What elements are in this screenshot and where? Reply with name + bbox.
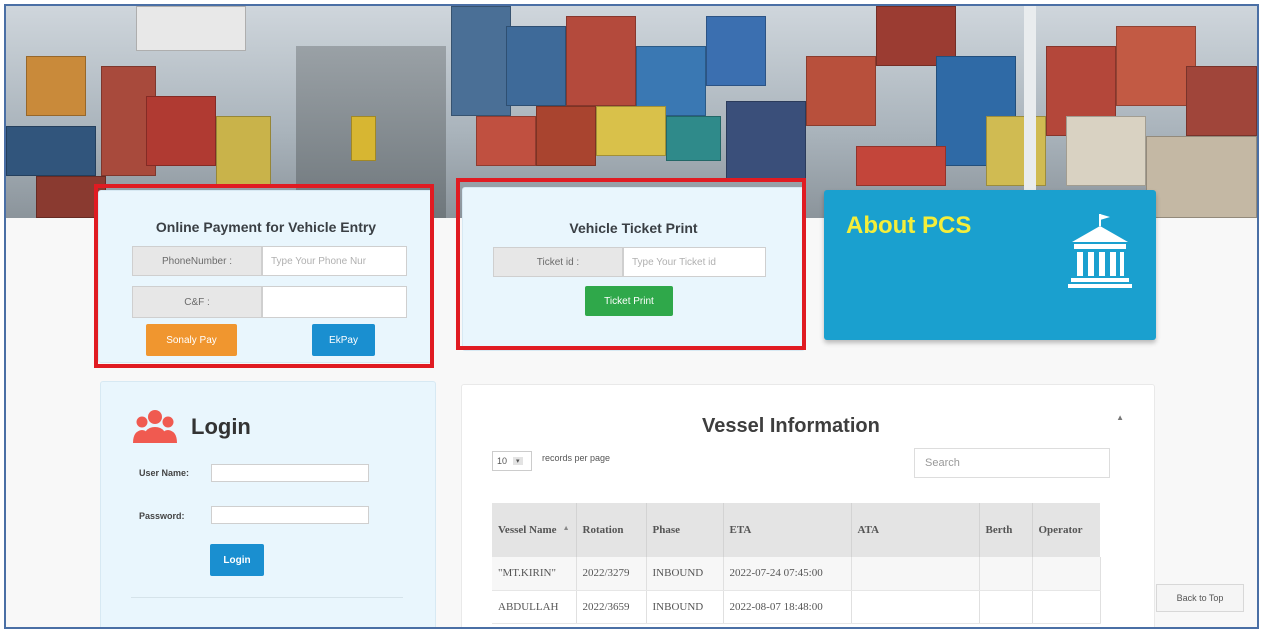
cell-vessel-name: ABDULLAH	[492, 590, 577, 624]
cell-rotation: 2022/3659	[576, 590, 647, 624]
vessel-information-title: Vessel Information	[702, 415, 880, 437]
column-header-phase[interactable]: Phase	[646, 503, 724, 557]
login-button[interactable]: Login	[210, 544, 264, 576]
column-header-ata[interactable]: ATA	[851, 503, 980, 557]
highlight-box-payment	[94, 184, 434, 368]
vessel-table-header: Vessel Name ▲ Rotation Phase ETA ATA Ber…	[492, 503, 1100, 557]
cell-phase: INBOUND	[646, 590, 724, 624]
login-title: Login	[191, 414, 251, 439]
records-per-page-value: 10	[497, 456, 508, 466]
scroll-up-arrow-icon[interactable]: ▲	[1116, 413, 1124, 422]
username-input[interactable]	[211, 464, 369, 482]
chevron-down-icon: ▾	[513, 457, 523, 465]
password-input[interactable]	[211, 506, 369, 524]
vessel-search-input[interactable]: Search	[914, 448, 1110, 478]
cell-berth	[979, 557, 1033, 591]
login-panel: Login User Name: Password: Login	[100, 381, 436, 627]
column-header-operator[interactable]: Operator	[1032, 503, 1100, 557]
highlight-box-ticket	[456, 178, 806, 350]
cell-ata	[851, 590, 980, 624]
vessel-information-panel: ▲ Vessel Information 10 ▾ records per pa…	[461, 384, 1155, 627]
cell-ata	[851, 557, 980, 591]
cell-eta: 2022-07-24 07:45:00	[723, 557, 852, 591]
about-pcs-title: About PCS	[846, 212, 972, 239]
cell-eta: 2022-08-07 18:48:00	[723, 590, 852, 624]
cell-berth	[979, 590, 1033, 624]
column-header-vessel-name[interactable]: Vessel Name ▲	[492, 503, 577, 557]
login-divider	[131, 597, 403, 598]
column-header-rotation[interactable]: Rotation	[576, 503, 647, 557]
cell-operator	[1032, 557, 1101, 591]
column-header-berth[interactable]: Berth	[979, 503, 1033, 557]
records-per-page-label: records per page	[542, 453, 611, 463]
sort-asc-icon: ▲	[562, 524, 570, 532]
back-to-top-button[interactable]: Back to Top	[1156, 584, 1244, 612]
password-label: Password:	[139, 511, 185, 521]
users-group-icon	[133, 410, 177, 443]
cell-operator	[1032, 590, 1101, 624]
cell-vessel-name: "MT.KIRIN"	[492, 557, 577, 591]
table-row[interactable]: ABDULLAH 2022/3659 INBOUND 2022-08-07 18…	[492, 590, 1101, 624]
records-per-page-select[interactable]: 10 ▾	[492, 451, 532, 471]
bank-building-icon	[1068, 214, 1132, 288]
cell-rotation: 2022/3279	[576, 557, 647, 591]
cell-phase: INBOUND	[646, 557, 724, 591]
table-row[interactable]: "MT.KIRIN" 2022/3279 INBOUND 2022-07-24 …	[492, 557, 1101, 591]
about-pcs-card[interactable]: About PCS	[824, 190, 1156, 340]
username-label: User Name:	[139, 468, 190, 478]
column-header-eta[interactable]: ETA	[723, 503, 852, 557]
vessel-table: Vessel Name ▲ Rotation Phase ETA ATA Ber…	[492, 503, 1101, 624]
page-frame: Online Payment for Vehicle Entry PhoneNu…	[4, 4, 1259, 629]
